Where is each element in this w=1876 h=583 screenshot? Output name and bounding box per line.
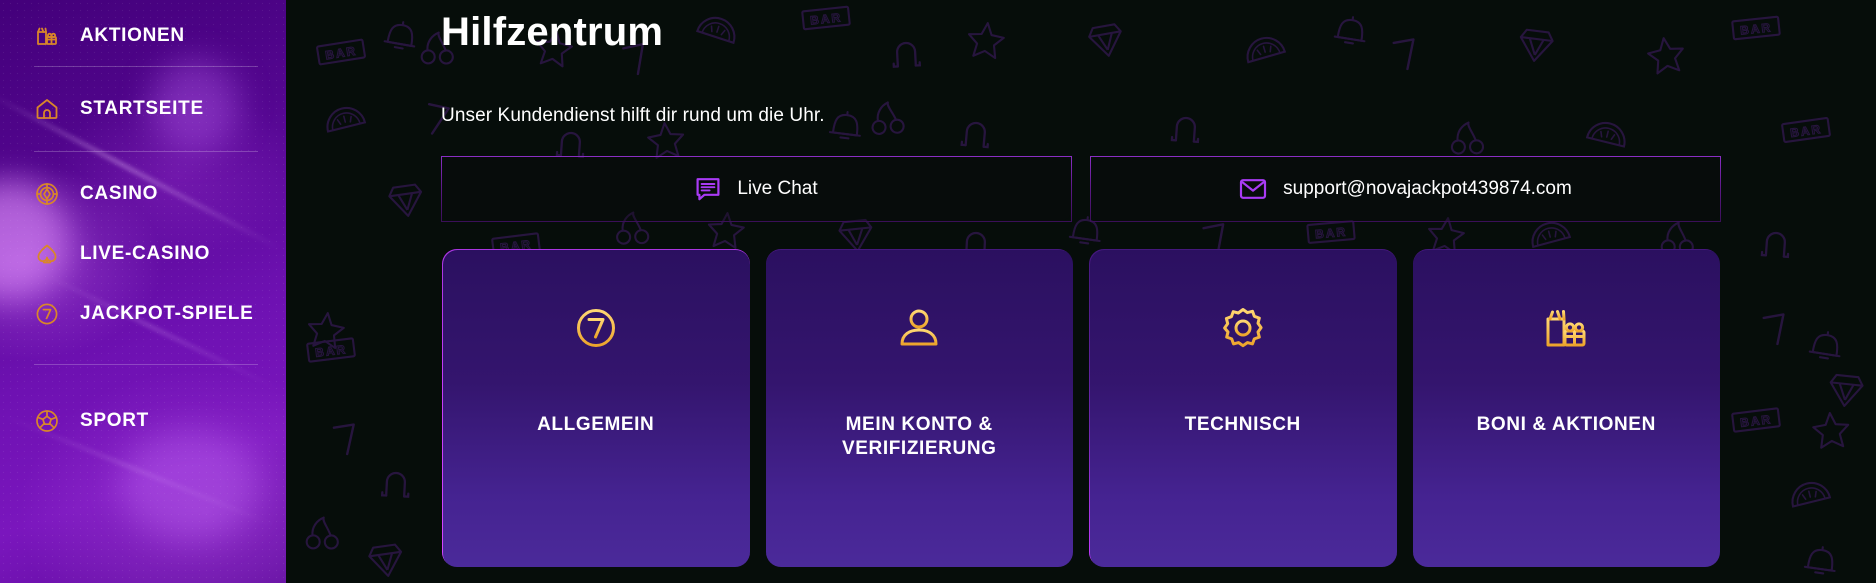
envelope-icon — [1239, 177, 1267, 201]
contact-options: Live Chat support@novajackpot439874.com — [441, 156, 1876, 222]
category-card-allgemein[interactable]: ALLGEMEIN — [441, 248, 751, 568]
chat-bubble-icon — [695, 176, 721, 202]
sidebar-divider — [34, 151, 258, 152]
category-card-technisch[interactable]: TECHNISCH — [1088, 248, 1398, 568]
sidebar-menu: AKTIONEN STARTSEITE CASINO LIVE-CASINO J… — [0, 0, 286, 451]
support-email-label: support@novajackpot439874.com — [1283, 178, 1572, 199]
main-content: BAR — [286, 0, 1876, 583]
sidebar-item-label: STARTSEITE — [80, 98, 204, 119]
live-chat-button[interactable]: Live Chat — [441, 156, 1072, 222]
sidebar-item-label: LIVE-CASINO — [80, 243, 211, 264]
spade-icon — [32, 239, 62, 269]
sidebar-item-label: AKTIONEN — [80, 25, 185, 46]
chip-icon — [32, 179, 62, 209]
sidebar-navigation: AKTIONEN STARTSEITE CASINO LIVE-CASINO J… — [0, 0, 286, 583]
page-title: Hilfzentrum — [441, 10, 664, 54]
sidebar-item-jackpot-spiele[interactable]: JACKPOT-SPIELE — [0, 284, 286, 344]
category-card-mein-konto[interactable]: MEIN KONTO & VERIFIZIERUNG — [765, 248, 1075, 568]
sidebar-item-label: JACKPOT-SPIELE — [80, 303, 254, 324]
help-category-cards: ALLGEMEIN MEIN KONTO & VERIFIZIERUNG TEC… — [441, 248, 1876, 568]
gift-icon — [1539, 297, 1593, 359]
help-center-content: Hilfzentrum Unser Kundendienst hilft dir… — [286, 10, 1876, 568]
sidebar-divider — [34, 364, 258, 365]
live-chat-label: Live Chat — [737, 178, 818, 199]
help-center-page: AKTIONEN STARTSEITE CASINO LIVE-CASINO J… — [0, 0, 1876, 583]
sidebar-item-aktionen[interactable]: AKTIONEN — [0, 6, 286, 66]
sidebar-item-label: CASINO — [80, 183, 159, 204]
football-icon — [32, 406, 62, 436]
seven-icon — [32, 299, 62, 329]
gear-icon — [1217, 297, 1269, 359]
sidebar-item-casino[interactable]: CASINO — [0, 164, 286, 224]
user-icon — [893, 297, 945, 359]
category-card-label: BONI & AKTIONEN — [1476, 414, 1656, 435]
sidebar-divider — [34, 66, 258, 67]
sidebar-item-startseite[interactable]: STARTSEITE — [0, 79, 286, 139]
sidebar-item-live-casino[interactable]: LIVE-CASINO — [0, 224, 286, 284]
category-card-label: TECHNISCH — [1184, 414, 1301, 435]
category-card-label: ALLGEMEIN — [537, 414, 655, 435]
home-icon — [32, 94, 62, 124]
category-card-label: MEIN KONTO & VERIFIZIERUNG — [841, 414, 997, 459]
category-card-boni-aktionen[interactable]: BONI & AKTIONEN — [1412, 248, 1722, 568]
gift-icon — [32, 21, 62, 51]
seven-circle-icon — [570, 297, 622, 359]
support-email-button[interactable]: support@novajackpot439874.com — [1090, 156, 1721, 222]
page-subtitle: Unser Kundendienst hilft dir rund um die… — [441, 105, 825, 126]
sidebar-item-sport[interactable]: SPORT — [0, 391, 286, 451]
sidebar-item-label: SPORT — [80, 410, 149, 431]
